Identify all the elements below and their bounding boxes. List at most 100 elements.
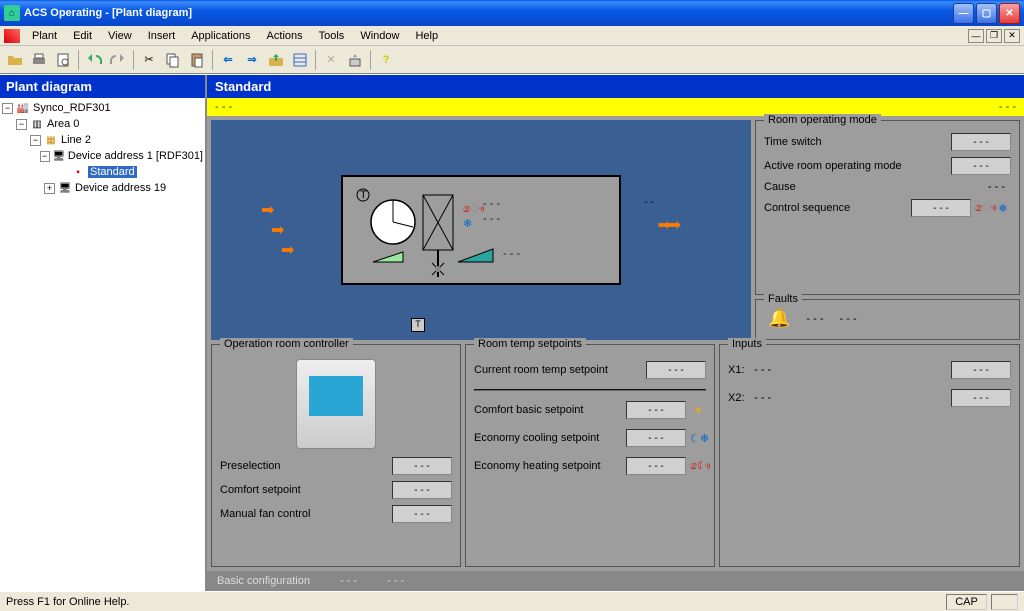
heat-icon: ෞ xyxy=(975,202,991,215)
app-icon: ⌂ xyxy=(4,5,20,21)
print-button[interactable] xyxy=(28,49,50,71)
x2-label: X2: xyxy=(728,392,754,404)
menu-edit[interactable]: Edit xyxy=(65,28,100,44)
menu-window[interactable]: Window xyxy=(352,28,407,44)
mdi-restore-button[interactable]: ❐ xyxy=(986,29,1002,43)
preselection-value[interactable]: - - - xyxy=(392,457,452,475)
footer-strip: Basic configuration - - - - - - xyxy=(207,571,1024,591)
x2-text: - - - xyxy=(754,392,951,404)
group-legend: Faults xyxy=(764,293,802,305)
faults-group: Faults 🔔 - - - - - - xyxy=(755,299,1020,340)
x2-value[interactable]: - - - xyxy=(951,389,1011,407)
open-button[interactable] xyxy=(4,49,26,71)
ctrlseq-value[interactable]: - - - xyxy=(911,199,971,217)
properties-button[interactable] xyxy=(344,49,366,71)
main-title: Standard xyxy=(207,75,1024,98)
tree-node-standard[interactable]: ▪Standard xyxy=(2,164,203,180)
economy-heating-label: Economy heating setpoint xyxy=(474,460,626,472)
tree-node-line[interactable]: −▦Line 2 xyxy=(2,132,203,148)
group-legend: Inputs xyxy=(728,338,766,350)
tree-node-dev1[interactable]: −🖥Device address 1 [RDF301] xyxy=(2,148,203,164)
grid-button[interactable] xyxy=(289,49,311,71)
menu-view[interactable]: View xyxy=(100,28,140,44)
mdi-minimize-button[interactable]: — xyxy=(968,29,984,43)
cool-icon: ❄ xyxy=(995,202,1011,215)
economy-heating-value[interactable]: - - - xyxy=(626,457,686,475)
flow-arrow-icon: ➡ xyxy=(261,200,274,220)
group-legend: Operation room controller xyxy=(220,338,353,350)
cause-value: - - - xyxy=(982,181,1011,193)
back-button[interactable]: ⇐ xyxy=(217,49,239,71)
moon-cool-icon: ☾❄ xyxy=(690,432,706,445)
menu-tools[interactable]: Tools xyxy=(311,28,353,44)
group-legend: Room temp setpoints xyxy=(474,338,586,350)
svg-text:- - -: - - - xyxy=(503,248,520,260)
economy-cooling-value[interactable]: - - - xyxy=(626,429,686,447)
inputs-group: Inputs X1:- - -- - - X2:- - -- - - xyxy=(719,344,1020,567)
status-help-text: Press F1 for Online Help. xyxy=(6,596,130,608)
basic-config-label[interactable]: Basic configuration xyxy=(217,575,310,587)
window-titlebar: ⌂ ACS Operating - [Plant diagram] — ▢ ✕ xyxy=(0,0,1024,26)
sidebar: Plant diagram −🏭Synco_RDF301 −▥Area 0 −▦… xyxy=(0,75,207,591)
mdi-close-button[interactable]: ✕ xyxy=(1004,29,1020,43)
undo-button[interactable] xyxy=(83,49,105,71)
fault-value-1: - - - xyxy=(806,313,823,325)
fault-value-2: - - - xyxy=(840,313,857,325)
svg-text:- - -: - - - xyxy=(483,198,500,210)
bell-icon: 🔔 xyxy=(768,308,790,329)
flow-arrow-icon: ➡ xyxy=(668,215,681,235)
tree-node-dev19[interactable]: +🖥Device address 19 xyxy=(2,180,203,196)
footer-dash-2: - - - xyxy=(387,575,404,587)
menu-help[interactable]: Help xyxy=(407,28,446,44)
maximize-button[interactable]: ▢ xyxy=(976,3,997,24)
status-empty xyxy=(991,594,1018,610)
menu-actions[interactable]: Actions xyxy=(259,28,311,44)
menu-plant[interactable]: Plant xyxy=(24,28,65,44)
current-setpoint-value[interactable]: - - - xyxy=(646,361,706,379)
up-level-button[interactable] xyxy=(265,49,287,71)
forward-button[interactable]: ⇒ xyxy=(241,49,263,71)
tree-view[interactable]: −🏭Synco_RDF301 −▥Area 0 −▦Line 2 −🖥Devic… xyxy=(0,98,205,591)
current-setpoint-label: Current room temp setpoint xyxy=(474,364,646,376)
redo-button[interactable] xyxy=(107,49,129,71)
flow-arrow-icon: ➡ xyxy=(281,240,294,260)
room-temp-setpoints-group: Room temp setpoints Current room temp se… xyxy=(465,344,715,567)
comfort-basic-value[interactable]: - - - xyxy=(626,401,686,419)
controller-image xyxy=(296,359,376,449)
alarm-strip: - - - - - - xyxy=(207,98,1024,116)
tree-node-root[interactable]: −🏭Synco_RDF301 xyxy=(2,100,203,116)
status-bar: Press F1 for Online Help. CAP xyxy=(0,591,1024,611)
comfort-setpoint-value[interactable]: - - - xyxy=(392,481,452,499)
preselection-label: Preselection xyxy=(220,460,392,472)
toolbar: ✂ ⇐ ⇒ ✕ ? xyxy=(0,46,1024,74)
print-preview-button[interactable] xyxy=(52,49,74,71)
copy-button[interactable] xyxy=(162,49,184,71)
manual-fan-value[interactable]: - - - xyxy=(392,505,452,523)
menu-bar: Plant Edit View Insert Applications Acti… xyxy=(0,26,1024,46)
x1-value[interactable]: - - - xyxy=(951,361,1011,379)
tree-node-area[interactable]: −▥Area 0 xyxy=(2,116,203,132)
room-operating-mode-group: Room operating mode Time switch- - - Act… xyxy=(755,120,1020,295)
plant-diagram: ➡ ➡ ➡ T ෞ ❄ xyxy=(211,120,751,340)
active-mode-value[interactable]: - - - xyxy=(951,157,1011,175)
flow-arrow-icon: ➡ xyxy=(271,220,284,240)
menu-insert[interactable]: Insert xyxy=(140,28,184,44)
active-mode-label: Active room operating mode xyxy=(764,160,951,172)
help-button[interactable]: ? xyxy=(375,49,397,71)
svg-text:ෞ: ෞ xyxy=(463,203,484,215)
menu-applications[interactable]: Applications xyxy=(183,28,258,44)
economy-cooling-label: Economy cooling setpoint xyxy=(474,432,626,444)
svg-text:T: T xyxy=(360,189,367,201)
paste-button[interactable] xyxy=(186,49,208,71)
cut-button[interactable]: ✂ xyxy=(138,49,160,71)
minimize-button[interactable]: — xyxy=(953,3,974,24)
svg-text:- - -: - - - xyxy=(483,213,500,225)
delete-button[interactable]: ✕ xyxy=(320,49,342,71)
close-button[interactable]: ✕ xyxy=(999,3,1020,24)
menu-app-icon xyxy=(4,29,20,43)
time-switch-value[interactable]: - - - xyxy=(951,133,1011,151)
main-panel: Standard - - - - - - ➡ ➡ ➡ T xyxy=(207,75,1024,591)
x1-text: - - - xyxy=(754,364,951,376)
sidebar-title: Plant diagram xyxy=(0,75,205,98)
ahu-unit: T ෞ ❄ - - - - - - - - - - - xyxy=(341,175,621,285)
